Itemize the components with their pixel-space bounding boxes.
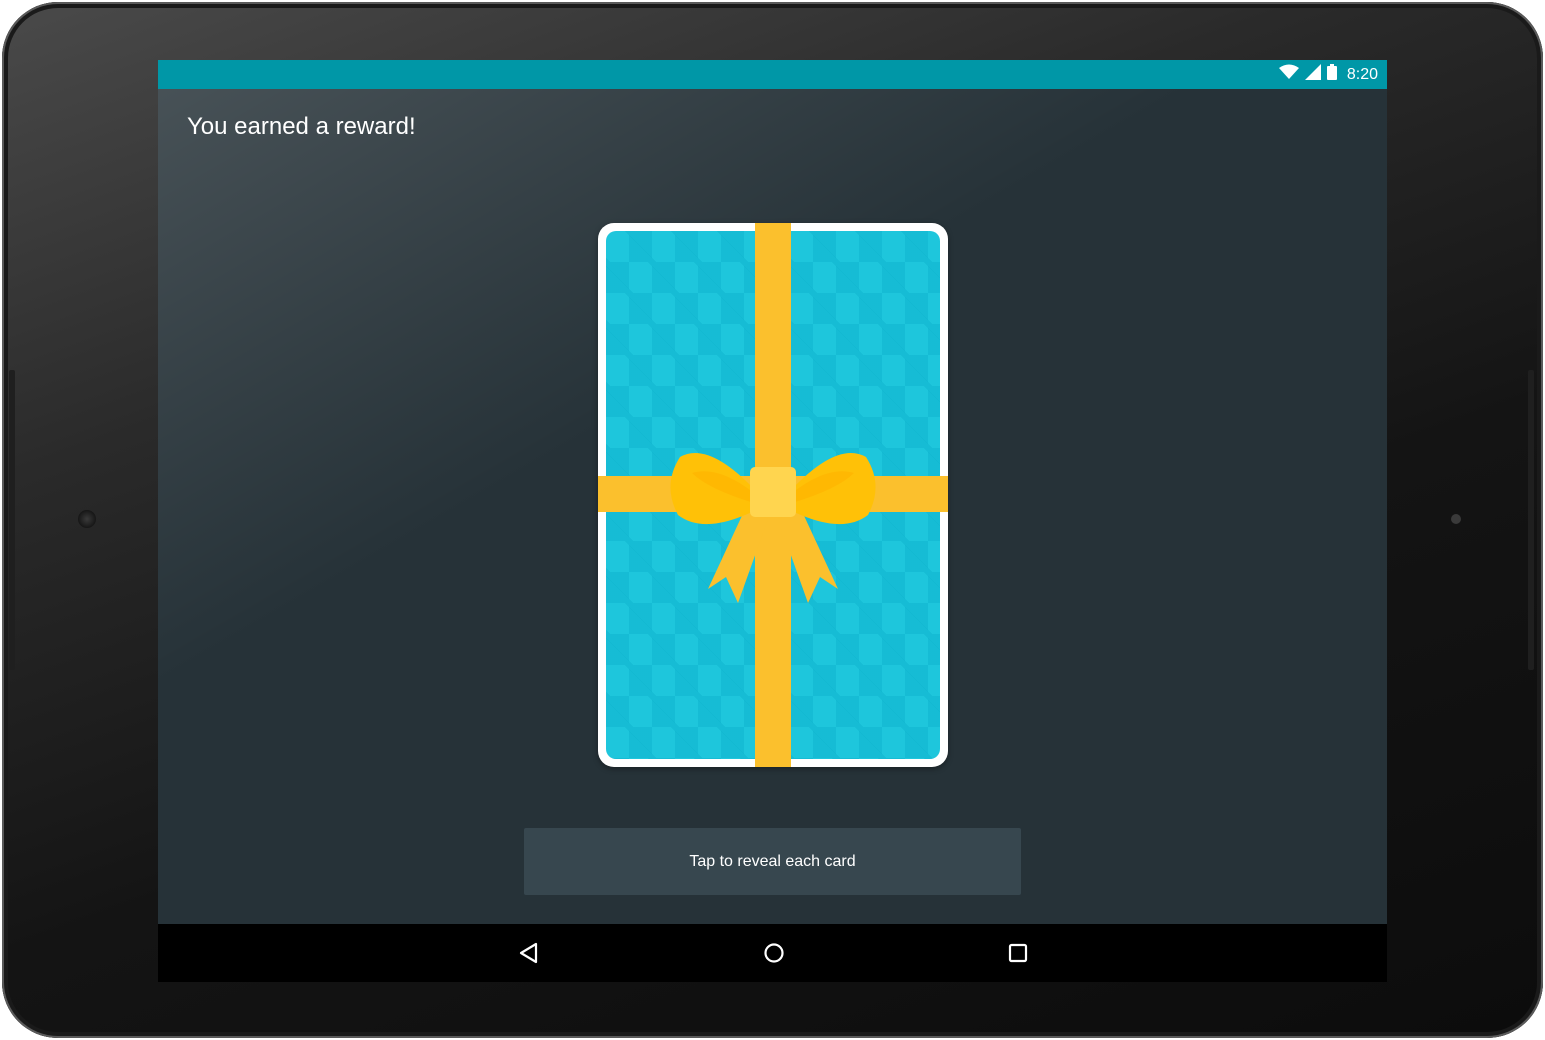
status-icons: 8:20 — [1278, 60, 1378, 89]
cell-signal-icon — [1304, 64, 1321, 85]
battery-icon — [1326, 64, 1337, 85]
front-camera — [78, 510, 96, 528]
gift-bow-icon — [670, 453, 876, 603]
recents-icon[interactable] — [1003, 938, 1033, 968]
status-bar: 8:20 — [158, 60, 1387, 89]
light-sensor — [1451, 514, 1461, 524]
back-icon[interactable] — [514, 938, 544, 968]
wifi-icon — [1278, 64, 1299, 85]
volume-button — [9, 370, 15, 670]
status-time: 8:20 — [1346, 65, 1378, 83]
reveal-cards-button[interactable]: Tap to reveal each card — [524, 828, 1021, 895]
power-button — [1528, 370, 1534, 670]
page-title: You earned a reward! — [187, 113, 416, 140]
reward-card[interactable] — [598, 223, 948, 767]
navigation-bar — [158, 924, 1387, 982]
screen: 8:20 You earned a reward! Tap to reveal … — [158, 60, 1387, 924]
home-icon[interactable] — [759, 938, 789, 968]
